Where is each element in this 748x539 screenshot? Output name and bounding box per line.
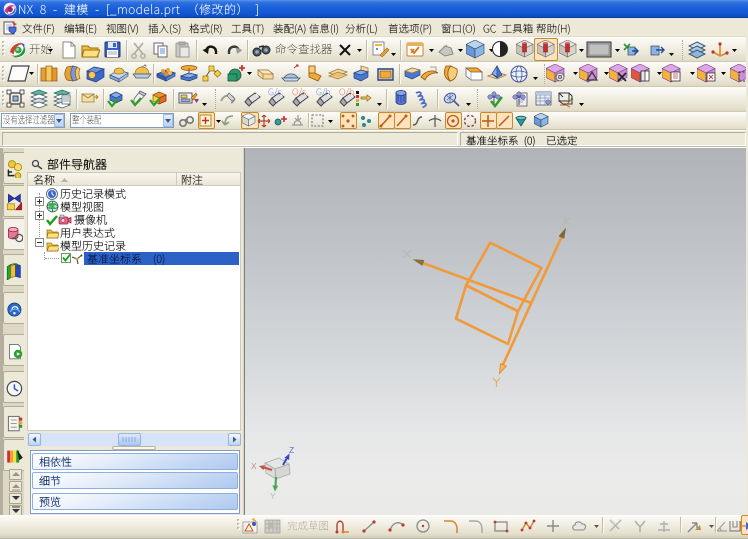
svg-text:Y: Y	[270, 491, 276, 501]
svg-text:X: X	[251, 461, 257, 471]
svg-text:Z: Z	[289, 445, 294, 455]
